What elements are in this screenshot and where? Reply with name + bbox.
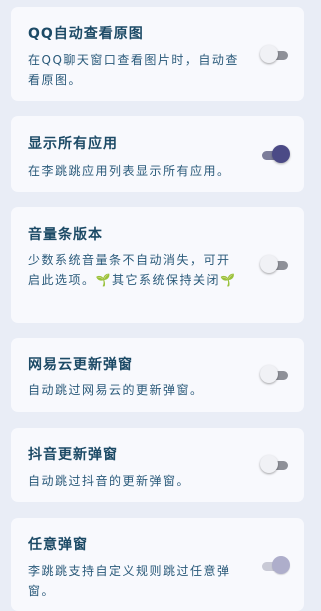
setting-description: 在QQ聊天窗口查看图片时，自动查看原图。 (28, 53, 239, 87)
setting-title: QQ自动查看原图 (28, 26, 144, 42)
toggle-switch[interactable] (260, 145, 290, 165)
setting-title: 网易云更新弹窗 (28, 357, 133, 373)
toggle-switch[interactable] (260, 556, 290, 576)
setting-title: 音量条版本 (28, 227, 103, 243)
setting-netease-update-popup: 网易云更新弹窗 自动跳过网易云的更新弹窗。 (11, 338, 304, 412)
toggle-thumb (260, 45, 278, 63)
setting-any-popup: 任意弹窗 李跳跳支持自定义规则跳过任意弹窗。 (11, 518, 304, 611)
setting-description: 自动跳过网易云的更新弹窗。 (28, 383, 204, 397)
setting-douyin-update-popup: 抖音更新弹窗 自动跳过抖音的更新弹窗。 (11, 428, 304, 502)
setting-qq-original-image: QQ自动查看原图 在QQ聊天窗口查看图片时，自动查看原图。 (11, 7, 304, 101)
setting-description: 在李跳跳应用列表显示所有应用。 (28, 164, 231, 178)
toggle-switch[interactable] (260, 455, 290, 475)
toggle-switch[interactable] (260, 255, 290, 275)
toggle-thumb (272, 556, 290, 574)
settings-list: QQ自动查看原图 在QQ聊天窗口查看图片时，自动查看原图。 显示所有应用 在李跳… (0, 0, 321, 611)
setting-title: 任意弹窗 (28, 537, 88, 553)
setting-description: 自动跳过抖音的更新弹窗。 (28, 474, 191, 488)
setting-description: 李跳跳支持自定义规则跳过任意弹窗。 (28, 564, 231, 598)
toggle-thumb (260, 365, 278, 383)
toggle-switch[interactable] (260, 365, 290, 385)
setting-show-all-apps: 显示所有应用 在李跳跳应用列表显示所有应用。 (11, 116, 304, 192)
setting-title: 抖音更新弹窗 (28, 447, 118, 463)
setting-title: 显示所有应用 (28, 136, 118, 152)
toggle-thumb (260, 455, 278, 473)
setting-volume-bar-version: 音量条版本 少数系统音量条不自动消失，可开启此选项。🌱其它系统保持关闭🌱 (11, 207, 304, 323)
setting-description: 少数系统音量条不自动消失，可开启此选项。🌱其它系统保持关闭🌱 (28, 253, 237, 287)
toggle-switch[interactable] (260, 45, 290, 65)
toggle-thumb (272, 145, 290, 163)
toggle-thumb (260, 255, 278, 273)
